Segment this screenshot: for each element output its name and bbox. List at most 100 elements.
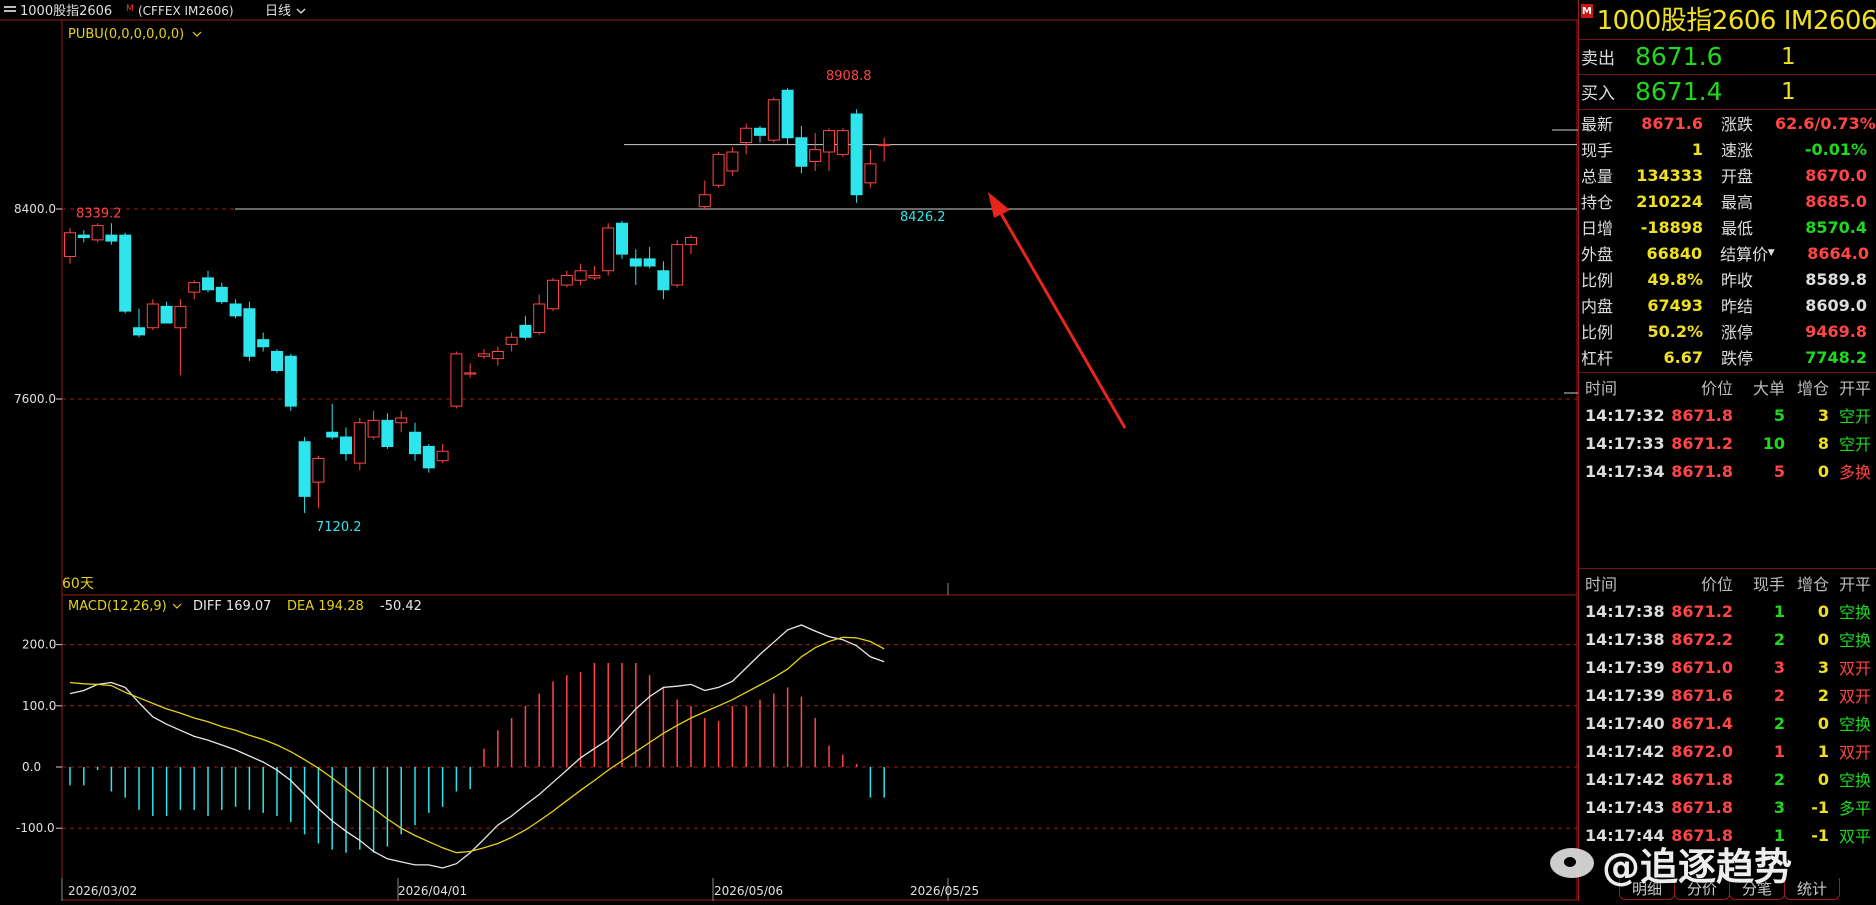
candle [836,128,849,157]
macd-histogram-value: -50.42 [380,599,422,614]
cell-v: 5 [1773,461,1785,481]
chevron-down-icon[interactable]: ▼ [1768,248,1778,258]
candle-body [588,275,601,279]
cell-p: 8671.8 [1671,797,1733,817]
macd-lines [69,624,885,869]
stat-right-label: 最低 [1721,219,1754,238]
table-row[interactable]: 14:17:32 8671.8 5 3 空开 [1579,401,1876,429]
stat-right-value: 8670.0 [1805,165,1867,185]
bid-label: 买入 [1581,84,1615,104]
candle-body [795,137,808,167]
column-header[interactable]: 增仓 [1785,375,1829,399]
candle [767,97,780,143]
cell-p: 8671.8 [1671,769,1733,789]
price-annotation: 7120.2 [316,520,362,535]
candle-body [712,153,725,186]
cell-v: 10 [1762,433,1785,453]
date-label: 2026/05/25 [910,884,979,898]
table-row[interactable]: 14:17:40 8671.4 2 0 空换 [1579,709,1876,737]
column-header[interactable]: 时间 [1579,571,1659,595]
stat-right-label: 涨跌 [1721,115,1754,134]
price-annotation: 8339.2 [76,206,122,221]
cell-oi: 0 [1817,629,1829,649]
stat-row: 比例 49.8% 昨收 8589.8 [1579,266,1876,292]
ask-volume: 1 [1781,43,1796,70]
candle [698,180,711,209]
table-row[interactable]: 14:17:42 8671.8 2 0 空换 [1579,765,1876,793]
stat-row: 比例 50.2% 涨停 9469.8 [1579,318,1876,344]
column-header[interactable]: 开平 [1829,375,1876,399]
cell-oi: 0 [1817,461,1829,481]
column-header[interactable]: 大单 [1733,375,1785,399]
table-row[interactable]: 14:17:42 8672.0 1 1 双开 [1579,737,1876,765]
candle [188,280,201,300]
stat-left-label: 比例 [1581,271,1614,290]
column-header[interactable]: 价位 [1659,571,1733,595]
table-row[interactable]: 14:17:34 8671.8 5 0 多换 [1579,457,1876,485]
candle-body [367,419,380,438]
cell-v: 2 [1773,713,1785,733]
candle [519,315,532,340]
candle [560,270,573,288]
candle-body [878,143,891,147]
quote-title: 1000股指2606 IM2606 [1596,5,1876,36]
cell-type: 多换 [1838,463,1871,482]
ask-row[interactable]: 卖出 8671.6 1 [1579,39,1876,73]
candle [533,294,546,335]
cell-p: 8672.0 [1671,741,1733,761]
stat-left-value: 1 [1691,139,1703,159]
date-label: 2026/05/06 [714,884,783,898]
main-indicator-label[interactable]: PUBU(0,0,0,0,0,0) [68,27,184,42]
table-row[interactable]: 14:17:43 8671.8 3 -1 多平 [1579,793,1876,821]
table-row[interactable]: 14:17:39 8671.6 2 2 双开 [1579,681,1876,709]
period-selector[interactable]: 日线 [265,4,291,19]
stat-left-value: 67493 [1647,295,1703,315]
exchange-code: (CFFEX IM2606) [138,4,234,18]
candle-body [146,303,159,329]
candle-body [602,227,615,272]
table-row[interactable]: 14:17:38 8672.2 2 0 空换 [1579,625,1876,653]
cell-type: 空开 [1838,435,1871,454]
price-grid: 8400.0 7600.0 [14,144,1577,406]
arrow-annotation [988,192,1127,429]
candle-body [436,450,449,462]
candle-body [257,339,270,348]
bid-volume: 1 [1781,78,1796,105]
stat-row: 总量 134333 开盘 8670.0 [1579,162,1876,188]
chart-canvas[interactable]: 1000股指2606 M (CFFEX IM2606) 日线 PUBU(0,0,… [0,0,1578,901]
column-header[interactable]: 增仓 [1785,571,1829,595]
candle [574,263,587,285]
cell-t: 14:17:40 [1585,713,1665,733]
candle [616,220,628,259]
table-row[interactable]: 14:17:38 8671.2 1 0 空换 [1579,597,1876,625]
table-row[interactable]: 14:17:33 8671.2 10 8 空开 [1579,429,1876,457]
column-header[interactable]: 时间 [1579,375,1659,399]
candle-body [133,327,145,336]
cell-v: 1 [1773,741,1785,761]
stat-left-value: 49.8% [1647,269,1703,289]
bid-row[interactable]: 买入 8671.4 1 [1579,74,1876,108]
candle-body [271,351,283,371]
candle [450,351,463,409]
chevron-down-icon[interactable] [172,603,182,609]
candle [491,346,504,366]
candle-body [422,446,435,469]
candle-body [326,431,339,438]
candle [850,109,863,203]
kline-chart-area[interactable]: 1000股指2606 M (CFFEX IM2606) 日线 PUBU(0,0,… [0,0,1578,901]
cell-oi: 3 [1817,405,1829,425]
candle-body [836,130,849,155]
column-header[interactable]: 价位 [1659,375,1733,399]
macd-label[interactable]: MACD(12,26,9) [68,599,167,614]
stat-row: 持仓 210224 最高 8685.0 [1579,188,1876,214]
candle [478,349,490,359]
column-header[interactable]: 开平 [1829,571,1876,595]
table-row[interactable]: 14:17:39 8671.0 3 3 双开 [1579,653,1876,681]
candle [298,437,311,513]
big-trades-table[interactable]: 时间 价位 大单 增仓 开平 14:17:32 8671.8 5 3 空开 14:17:33 8671… [1579,372,1876,568]
tick-table[interactable]: 时间 价位 现手 增仓 开平 14:17:38 8671.2 1 0 空换 14:17:38 8672… [1579,568,1876,878]
chevron-down-icon[interactable] [192,31,202,37]
column-header[interactable]: 现手 [1733,571,1785,595]
candle-body [560,275,573,286]
ask-price: 8671.6 [1635,42,1723,71]
